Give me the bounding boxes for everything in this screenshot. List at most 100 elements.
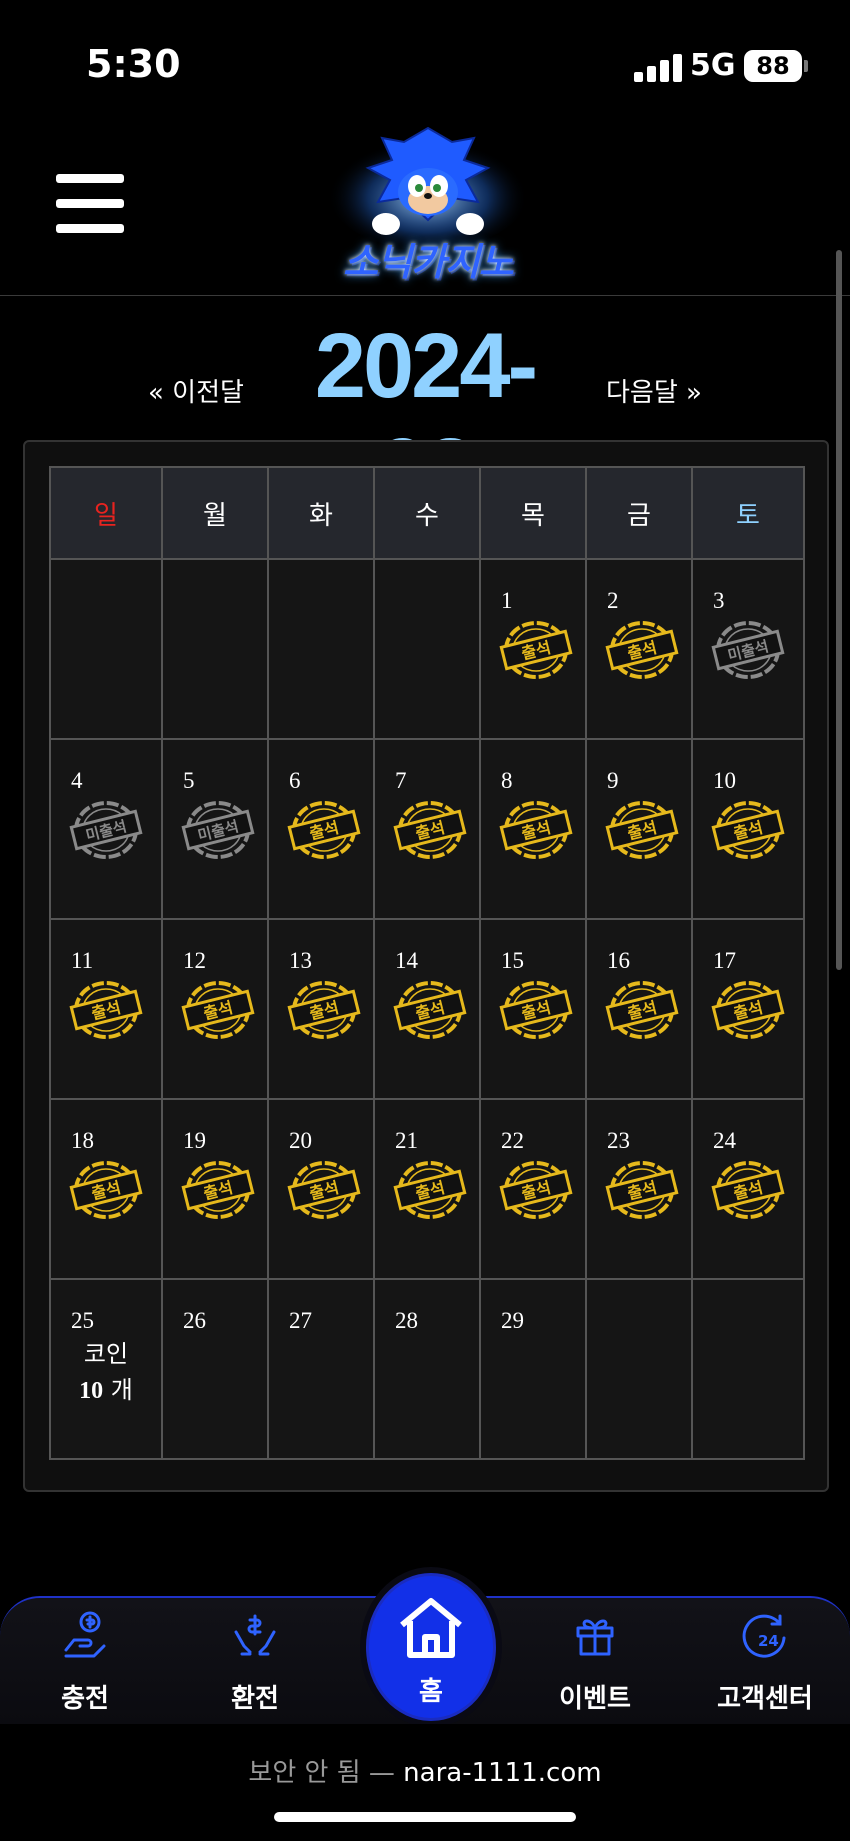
logo[interactable]: 소닉카지노 (302, 120, 554, 292)
calendar-day-cell[interactable]: 26 (161, 1278, 269, 1460)
attended-stamp-icon: 출석 (287, 1161, 361, 1219)
nav-home[interactable]: 홈 (360, 1567, 502, 1727)
support-24-icon: 24 (742, 1614, 786, 1658)
scrollbar[interactable] (836, 250, 842, 970)
weekday-fri: 금 (585, 466, 693, 560)
nav-deposit-label: 충전 (61, 1684, 109, 1714)
weekday-header-row: 일 월 화 수 목 금 토 (49, 466, 805, 560)
calendar-day-cell[interactable]: 11 출석 (49, 918, 163, 1100)
calendar-week-row: 11 출석 12 출석 13 출석 14 출석 15 출석 16 출석 17 출석 (49, 918, 805, 1100)
url-host: nara-1111.com (403, 1758, 602, 1788)
day-number: 8 (501, 768, 513, 793)
calendar-day-cell[interactable]: 18 출석 (49, 1098, 163, 1280)
next-month-link[interactable]: 다음달 » (606, 372, 702, 409)
attended-stamp-icon: 출석 (181, 1161, 255, 1219)
absent-stamp-icon: 미출석 (69, 801, 143, 859)
nav-home-label: 홈 (419, 1677, 443, 1707)
calendar-day-cell[interactable]: 27 (267, 1278, 375, 1460)
logo-text: 소닉카지노 (343, 240, 514, 284)
security-status: 보안 안 됨 — (248, 1758, 395, 1788)
calendar-day-cell[interactable]: 20 출석 (267, 1098, 375, 1280)
calendar-week-row: 1 출석 2 출석 3 미출석 (49, 558, 805, 740)
day-number: 7 (395, 768, 407, 793)
calendar-day-cell[interactable]: 6 출석 (267, 738, 375, 920)
calendar-day-cell[interactable]: 12 출석 (161, 918, 269, 1100)
signal-icon (634, 52, 682, 82)
home-icon (400, 1598, 462, 1658)
attended-stamp-icon: 출석 (605, 801, 679, 859)
browser-url-bar[interactable]: 보안 안 됨 — nara-1111.com (0, 1724, 850, 1841)
weekday-thu: 목 (479, 466, 587, 560)
calendar-day-cell[interactable]: 23 출석 (585, 1098, 693, 1280)
calendar-day-cell[interactable]: 25 코인 10 개 (49, 1278, 163, 1460)
calendar-day-cell[interactable]: 22 출석 (479, 1098, 587, 1280)
calendar-day-cell[interactable]: 21 출석 (373, 1098, 481, 1280)
coin-label: 코인 (83, 1340, 129, 1368)
attended-stamp-icon: 출석 (711, 981, 785, 1039)
calendar-empty-cell (49, 558, 163, 740)
day-number: 21 (395, 1128, 418, 1153)
prev-month-link[interactable]: « 이전달 (148, 372, 244, 409)
attended-stamp-icon: 출석 (499, 801, 573, 859)
calendar-day-cell[interactable]: 29 (479, 1278, 587, 1460)
day-number: 16 (607, 948, 630, 973)
day-number: 14 (395, 948, 418, 973)
exchange-icon (234, 1614, 276, 1656)
calendar-day-cell[interactable]: 13 출석 (267, 918, 375, 1100)
battery-icon: 88 (744, 50, 802, 82)
attended-stamp-icon: 출석 (393, 1161, 467, 1219)
day-number: 17 (713, 948, 736, 973)
coin-amount: 10 (79, 1378, 104, 1404)
header: 소닉카지노 (0, 120, 850, 296)
calendar-day-cell[interactable]: 3 미출석 (691, 558, 805, 740)
nav-deposit[interactable]: 충전 (20, 1598, 150, 1724)
day-number: 6 (289, 768, 301, 793)
attended-stamp-icon: 출석 (711, 1161, 785, 1219)
calendar-day-cell[interactable]: 2 출석 (585, 558, 693, 740)
nav-event[interactable]: 이벤트 (530, 1598, 660, 1724)
calendar-day-cell[interactable]: 14 출석 (373, 918, 481, 1100)
url-text[interactable]: 보안 안 됨 — nara-1111.com (0, 1752, 850, 1789)
calendar-day-cell[interactable]: 15 출석 (479, 918, 587, 1100)
calendar-day-cell[interactable]: 24 출석 (691, 1098, 805, 1280)
calendar-week-row: 4 미출석 5 미출석 6 출석 7 출석 8 출석 9 출석 10 출석 (49, 738, 805, 920)
calendar-day-cell[interactable]: 4 미출석 (49, 738, 163, 920)
day-number: 10 (713, 768, 736, 793)
weekday-sun: 일 (49, 466, 163, 560)
day-number: 22 (501, 1128, 524, 1153)
calendar-day-cell[interactable]: 10 출석 (691, 738, 805, 920)
attended-stamp-icon: 출석 (287, 981, 361, 1039)
nav-exchange[interactable]: 환전 (190, 1598, 320, 1724)
attended-stamp-icon: 출석 (605, 621, 679, 679)
nav-support-label: 고객센터 (717, 1684, 813, 1714)
calendar-empty-cell (691, 1278, 805, 1460)
nav-support[interactable]: 24 고객센터 (700, 1598, 830, 1724)
weekday-wed: 수 (373, 466, 481, 560)
calendar-table: 일 월 화 수 목 금 토 1 출석 2 출석 3 미출석 4 미출석 5 미출석 6 출석 7 출석 8 출… (49, 466, 805, 1460)
coin-unit: 개 (110, 1376, 133, 1404)
month-nav: « 이전달 2024-02 다음달 » (0, 300, 850, 522)
calendar-day-cell[interactable]: 19 출석 (161, 1098, 269, 1280)
day-number: 28 (395, 1308, 418, 1333)
weekday-sat: 토 (691, 466, 805, 560)
day-number: 23 (607, 1128, 630, 1153)
calendar-day-cell[interactable]: 9 출석 (585, 738, 693, 920)
calendar-day-cell[interactable]: 7 출석 (373, 738, 481, 920)
calendar-day-cell[interactable]: 5 미출석 (161, 738, 269, 920)
calendar-day-cell[interactable]: 8 출석 (479, 738, 587, 920)
svg-text:24: 24 (758, 1632, 779, 1650)
status-bar: 5:30 5G 88 (0, 0, 850, 120)
attended-stamp-icon: 출석 (499, 981, 573, 1039)
calendar-day-cell[interactable]: 1 출석 (479, 558, 587, 740)
day-number: 19 (183, 1128, 206, 1153)
attended-stamp-icon: 출석 (69, 1161, 143, 1219)
calendar-day-cell[interactable]: 16 출석 (585, 918, 693, 1100)
attendance-calendar: 일 월 화 수 목 금 토 1 출석 2 출석 3 미출석 4 미출석 5 미출석 6 출석 7 출석 8 출… (23, 440, 829, 1492)
day-number: 25 (71, 1308, 94, 1333)
calendar-day-cell[interactable]: 28 (373, 1278, 481, 1460)
attended-stamp-icon: 출석 (499, 621, 573, 679)
weekday-tue: 화 (267, 466, 375, 560)
hamburger-menu-icon[interactable] (56, 174, 124, 234)
calendar-day-cell[interactable]: 17 출석 (691, 918, 805, 1100)
home-indicator[interactable] (274, 1812, 576, 1822)
